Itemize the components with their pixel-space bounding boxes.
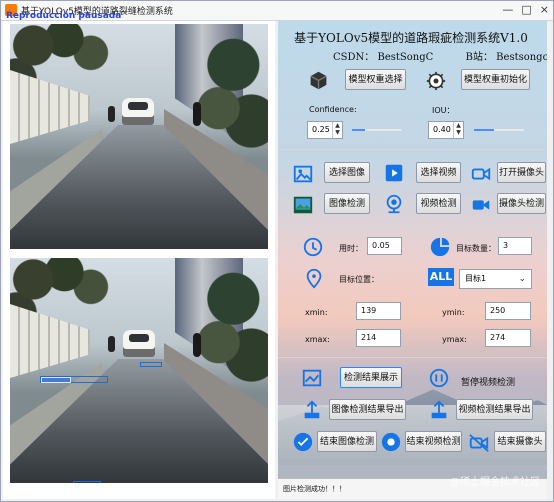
webcam-icon — [383, 193, 405, 215]
status-message: 图片检测成功！！！ — [283, 485, 346, 493]
ymin-value: 250 — [485, 302, 531, 320]
application-window: 基于YOLOv5模型的道路裂缝检测系统 Reproducción pausada… — [0, 0, 554, 502]
detection-label — [41, 377, 71, 383]
image-preview-panel — [3, 21, 275, 499]
section-divider — [278, 226, 547, 227]
csdn-label: CSDN： — [333, 52, 375, 63]
cube-icon — [308, 70, 329, 91]
show-results-button[interactable]: 检测结果展示 — [340, 367, 402, 388]
end-image-detect-button[interactable]: 结束图像检测 — [317, 431, 377, 452]
camera-icon — [470, 163, 492, 185]
all-icon: ALL — [428, 268, 454, 286]
target-count-label: 目标数量： — [456, 244, 496, 253]
chart-icon — [301, 367, 323, 389]
image-detect-icon — [292, 194, 314, 216]
video-camera-icon — [470, 194, 492, 216]
bilibili-label: B站： — [465, 52, 493, 63]
spin-arrows-icon[interactable]: ▲ ▼ — [332, 122, 342, 138]
time-value: 0.05 — [367, 237, 402, 255]
confidence-slider[interactable] — [352, 129, 402, 131]
target-count-value: 3 — [498, 237, 532, 255]
detected-white-car — [123, 330, 155, 357]
xmax-value: 214 — [356, 329, 401, 347]
confidence-label: Confidence: — [309, 105, 357, 114]
time-label: 用时： — [339, 244, 363, 253]
target-position-label: 目标位置： — [339, 275, 379, 284]
close-button[interactable]: × — [540, 3, 549, 16]
maximize-button[interactable]: □ — [521, 3, 531, 16]
check-circle-icon — [292, 431, 314, 453]
section-divider — [278, 149, 547, 150]
pedestrian — [193, 102, 201, 126]
confidence-value: 0.25 — [312, 125, 330, 134]
export-video-results-button[interactable]: 视频检测结果导出 — [456, 399, 533, 420]
end-camera-button[interactable]: 结束摄像头 — [494, 431, 546, 452]
detection-box — [73, 481, 101, 483]
spin-arrows-icon[interactable]: ▲ ▼ — [453, 122, 463, 138]
model-weight-select-button[interactable]: 模型权重选择 — [345, 69, 406, 90]
export-image-results-button[interactable]: 图像检测结果导出 — [329, 399, 406, 420]
chevron-down-icon[interactable]: ⌄ — [518, 270, 526, 288]
xmin-value: 139 — [356, 302, 401, 320]
detected-cyclist — [108, 336, 115, 352]
csdn-value: BestSongC — [377, 52, 434, 63]
original-image — [10, 24, 268, 249]
export-image-icon — [301, 399, 323, 421]
iou-slider[interactable] — [474, 129, 524, 131]
export-video-icon — [428, 399, 450, 421]
play-file-icon — [383, 162, 405, 184]
author-links: CSDN： BestSongC B站： Bestsongc — [333, 48, 547, 63]
camera-off-icon — [468, 432, 490, 454]
iou-spinbox[interactable]: 0.40 ▲ ▼ — [428, 121, 464, 139]
detected-pedestrian — [193, 333, 201, 357]
confidence-slider-fill — [352, 129, 365, 131]
xmax-label: xmax: — [305, 335, 330, 344]
location-pin-icon — [303, 267, 325, 289]
clock-icon — [302, 236, 324, 258]
system-title: 基于YOLOv5模型的道路瑕疵检测系统V1.0 — [294, 31, 528, 45]
end-video-detect-button[interactable]: 结束视频检测 — [405, 431, 462, 452]
model-weight-initialize-button[interactable]: 模型权重初始化 — [461, 69, 530, 90]
playback-overlay-text: Reproducción pausada — [6, 11, 122, 21]
gear-icon — [426, 71, 446, 91]
title-bar: 基于YOLOv5模型的道路裂缝检测系统 Reproducción pausada… — [1, 1, 553, 21]
section-divider — [278, 357, 547, 358]
xmin-label: xmin: — [305, 308, 328, 317]
select-video-button[interactable]: 选择视频 — [416, 162, 461, 183]
ymax-label: ymax: — [442, 335, 467, 344]
minimize-button[interactable]: — — [502, 3, 513, 16]
ymin-label: ymin: — [442, 308, 465, 317]
control-panel: 基于YOLOv5模型的道路瑕疵检测系统V1.0 CSDN： BestSongC … — [278, 21, 547, 499]
bilibili-value: Bestsongc — [496, 52, 547, 63]
pause-video-detect-button[interactable]: 暂停视频检测 — [461, 375, 515, 388]
stop-circle-icon — [380, 431, 402, 453]
target-select-value: 目标1 — [465, 274, 487, 283]
window-controls: — □ × — [502, 3, 549, 16]
iou-label: IOU： — [432, 106, 455, 115]
target-select[interactable]: 目标1 ⌄ — [459, 269, 532, 289]
image-icon — [292, 163, 314, 185]
open-camera-button[interactable]: 打开摄像头 — [497, 162, 546, 183]
iou-value: 0.40 — [433, 125, 451, 134]
pie-chart-icon — [429, 236, 451, 258]
confidence-spinbox[interactable]: 0.25 ▲ ▼ — [307, 121, 343, 139]
image-detect-button[interactable]: 图像检测 — [324, 193, 370, 214]
detection-box — [140, 362, 162, 367]
white-car — [122, 98, 154, 125]
ymax-value: 274 — [485, 329, 531, 347]
iou-slider-fill — [474, 129, 494, 131]
select-image-button[interactable]: 选择图像 — [324, 162, 370, 183]
detected-image — [10, 258, 268, 483]
video-detect-button[interactable]: 视频检测 — [416, 193, 461, 214]
camera-detect-button[interactable]: 摄像头检测 — [497, 193, 546, 214]
watermark-text: @稀土掘金技术社区 — [450, 477, 540, 488]
cyclist — [108, 106, 115, 122]
pause-icon — [428, 367, 450, 389]
status-bar: 图片检测成功！！！ @稀土掘金技术社区 — [278, 477, 547, 499]
